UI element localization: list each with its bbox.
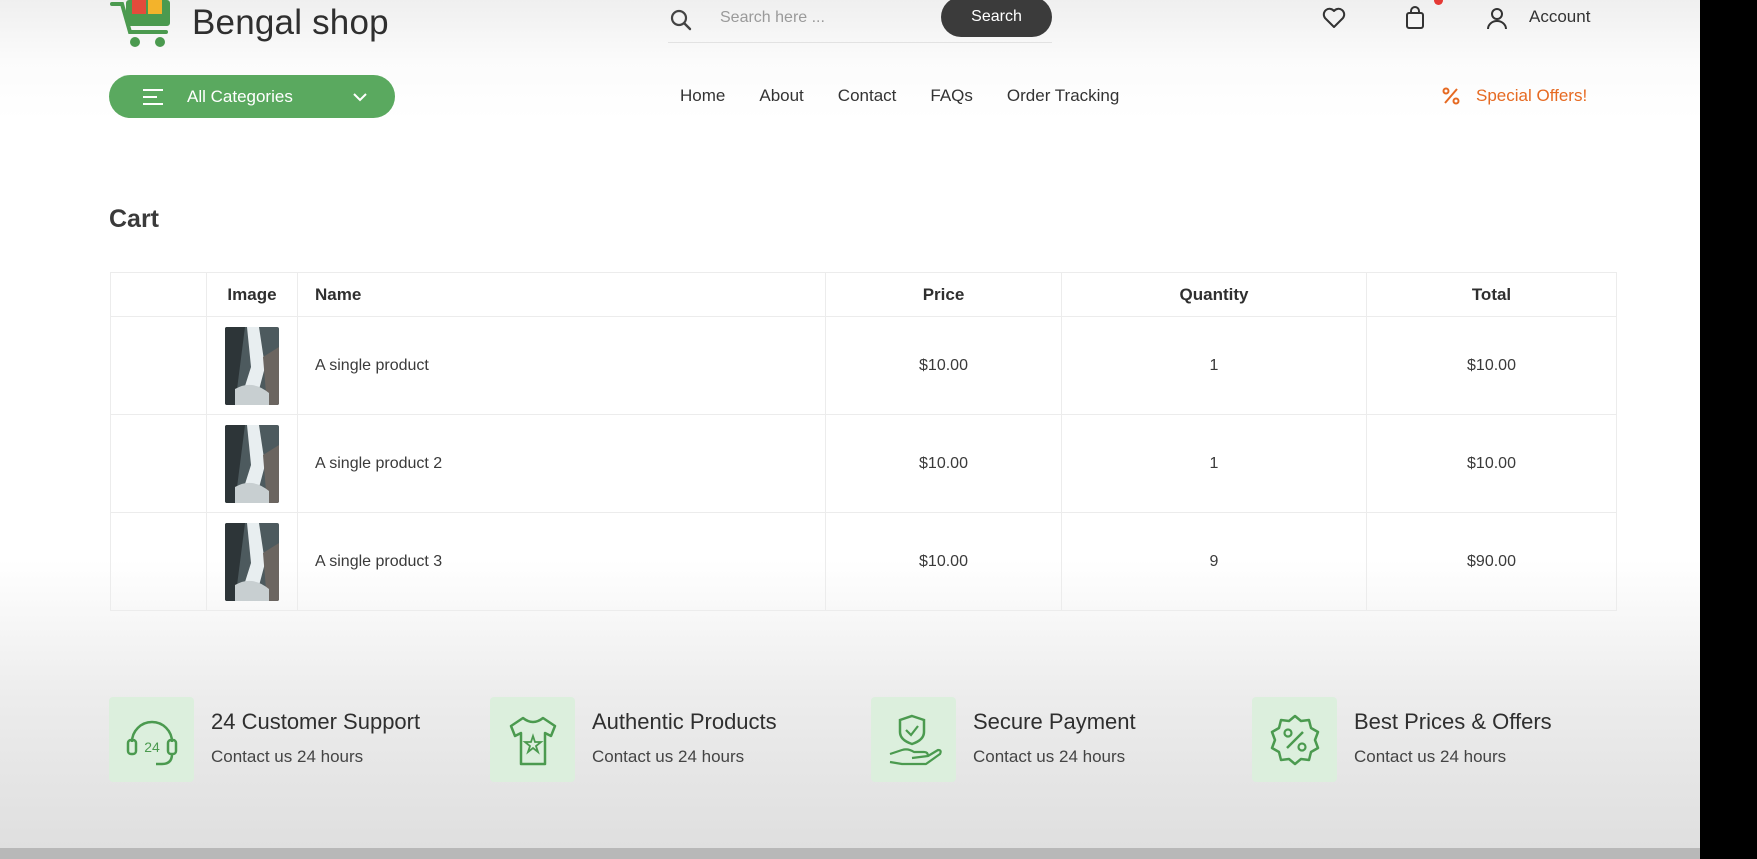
image-cell	[206, 414, 298, 513]
cart-table: Image Name Price Quantity Total A single…	[110, 272, 1617, 611]
product-price: $10.00	[825, 414, 1062, 513]
heart-icon[interactable]	[1320, 4, 1348, 32]
cart-count-badge	[1434, 0, 1443, 5]
image-cell	[206, 512, 298, 611]
feature-title: Secure Payment	[973, 709, 1136, 734]
product-name[interactable]: A single product 3	[297, 512, 826, 611]
feature-title: 24 Customer Support	[211, 709, 421, 734]
feature-icon-box	[490, 697, 575, 782]
tshirt-icon	[509, 716, 556, 765]
product-name[interactable]: A single product 2	[297, 414, 826, 513]
feature-icon-box: 24	[109, 697, 194, 782]
search-bar: Search	[668, 0, 1052, 43]
column-header-remove	[110, 272, 207, 317]
product-thumbnail[interactable]	[225, 522, 279, 601]
shopping-cart-logo-icon	[110, 0, 170, 47]
special-offers-link[interactable]: Special Offers!	[1441, 86, 1587, 106]
table-row: A single product 3 $10.00 9 $90.00	[110, 512, 1617, 611]
menu-icon	[143, 88, 163, 105]
feature-item: Authentic Products Contact us 24 hours	[490, 697, 871, 782]
secure-payment-icon	[889, 714, 942, 765]
footer-edge	[0, 848, 1700, 859]
table-row: A single product $10.00 1 $10.00	[110, 316, 1617, 415]
features-strip: 24 24 Customer Support Contact us 24 hou…	[109, 697, 1633, 782]
logo[interactable]: Bengal shop	[108, 0, 389, 52]
product-price: $10.00	[825, 316, 1062, 415]
feature-title: Best Prices & Offers	[1354, 709, 1552, 734]
feature-subtitle: Contact us 24 hours	[211, 747, 364, 766]
product-name[interactable]: A single product	[297, 316, 826, 415]
feature-icon-box	[871, 697, 956, 782]
page: Bengal shop Search Account All Categorie…	[0, 0, 1700, 859]
account-link[interactable]: Account	[1529, 7, 1590, 27]
black-side-bar	[1700, 0, 1757, 859]
special-offers-label: Special Offers!	[1476, 86, 1588, 105]
remove-cell	[110, 414, 207, 513]
product-total: $10.00	[1366, 414, 1617, 513]
remove-cell	[110, 512, 207, 611]
image-cell	[206, 316, 298, 415]
product-total: $90.00	[1366, 512, 1617, 611]
column-header-quantity: Quantity	[1061, 272, 1367, 317]
product-quantity[interactable]: 9	[1061, 512, 1367, 611]
column-header-name: Name	[297, 272, 826, 317]
product-quantity[interactable]: 1	[1061, 316, 1367, 415]
feature-subtitle: Contact us 24 hours	[592, 747, 745, 766]
remove-cell	[110, 316, 207, 415]
svg-text:24: 24	[144, 739, 160, 755]
product-price: $10.00	[825, 512, 1062, 611]
feature-subtitle: Contact us 24 hours	[1354, 747, 1507, 766]
feature-item: Best Prices & Offers Contact us 24 hours	[1252, 697, 1633, 782]
page-title: Cart	[109, 205, 160, 233]
all-categories-label: All Categories	[187, 86, 293, 106]
feature-item: Secure Payment Contact us 24 hours	[871, 697, 1252, 782]
brand-name: Bengal shop	[192, 3, 389, 42]
percent-badge-icon	[1270, 714, 1319, 765]
column-header-total: Total	[1366, 272, 1617, 317]
column-header-image: Image	[206, 272, 298, 317]
nav-link-home[interactable]: Home	[680, 86, 725, 106]
feature-subtitle: Contact us 24 hours	[973, 747, 1126, 766]
product-thumbnail[interactable]	[225, 424, 279, 503]
feature-item: 24 24 Customer Support Contact us 24 hou…	[109, 697, 490, 782]
headset-24-icon: 24	[126, 720, 177, 765]
search-input[interactable]	[718, 4, 942, 32]
product-quantity[interactable]: 1	[1061, 414, 1367, 513]
nav-link-contact[interactable]: Contact	[838, 86, 897, 106]
table-header-row: Image Name Price Quantity Total	[110, 272, 1617, 317]
feature-icon-box	[1252, 697, 1337, 782]
search-icon	[670, 9, 692, 31]
bag-icon[interactable]	[1401, 4, 1429, 32]
search-button[interactable]: Search	[941, 0, 1052, 37]
main-nav: Home About Contact FAQs Order Tracking	[680, 86, 1153, 106]
chevron-down-icon	[353, 92, 367, 101]
product-total: $10.00	[1366, 316, 1617, 415]
nav-link-faqs[interactable]: FAQs	[930, 86, 973, 106]
product-thumbnail[interactable]	[225, 326, 279, 405]
feature-title: Authentic Products	[592, 709, 777, 734]
percent-icon	[1442, 87, 1460, 105]
nav-link-order-tracking[interactable]: Order Tracking	[1007, 86, 1119, 106]
user-icon[interactable]	[1483, 4, 1511, 32]
column-header-price: Price	[825, 272, 1062, 317]
all-categories-button[interactable]: All Categories	[109, 75, 395, 118]
table-row: A single product 2 $10.00 1 $10.00	[110, 414, 1617, 513]
nav-link-about[interactable]: About	[759, 86, 803, 106]
